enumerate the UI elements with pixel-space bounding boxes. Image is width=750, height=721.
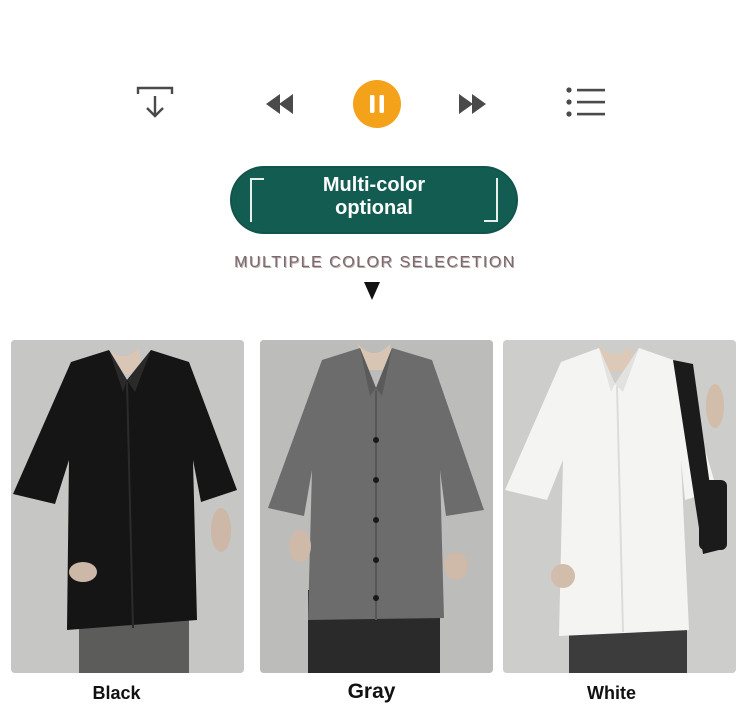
download-icon <box>136 86 174 118</box>
playlist-icon <box>566 87 605 117</box>
product-photo-white[interactable] <box>503 340 736 673</box>
download-button[interactable] <box>135 84 175 124</box>
banner-title: Multi-color optional <box>230 174 518 220</box>
down-triangle-icon <box>364 282 380 300</box>
banner-line-2: optional <box>335 197 413 219</box>
section-subtitle: MULTIPLE COLOR SELECETION <box>234 254 516 271</box>
product-photo-black[interactable] <box>11 340 244 673</box>
fast-forward-button[interactable] <box>454 88 490 120</box>
media-toolbar <box>0 78 750 130</box>
pause-button[interactable] <box>353 80 401 128</box>
pause-icon <box>370 95 384 113</box>
multi-color-banner: Multi-color optional <box>230 166 518 234</box>
banner-line-1: Multi-color <box>322 174 426 196</box>
shirt-illustration <box>503 340 736 673</box>
rewind-icon <box>266 94 293 114</box>
playlist-button[interactable] <box>564 82 608 122</box>
fast-forward-icon <box>459 94 486 114</box>
product-photo-gray[interactable] <box>260 340 493 673</box>
product-label-black: Black <box>92 683 141 703</box>
rewind-button[interactable] <box>262 88 298 120</box>
shirt-illustration <box>260 340 493 673</box>
product-label-gray: Gray <box>347 680 396 703</box>
shirt-illustration <box>11 340 244 673</box>
product-label-white: White <box>587 683 636 703</box>
